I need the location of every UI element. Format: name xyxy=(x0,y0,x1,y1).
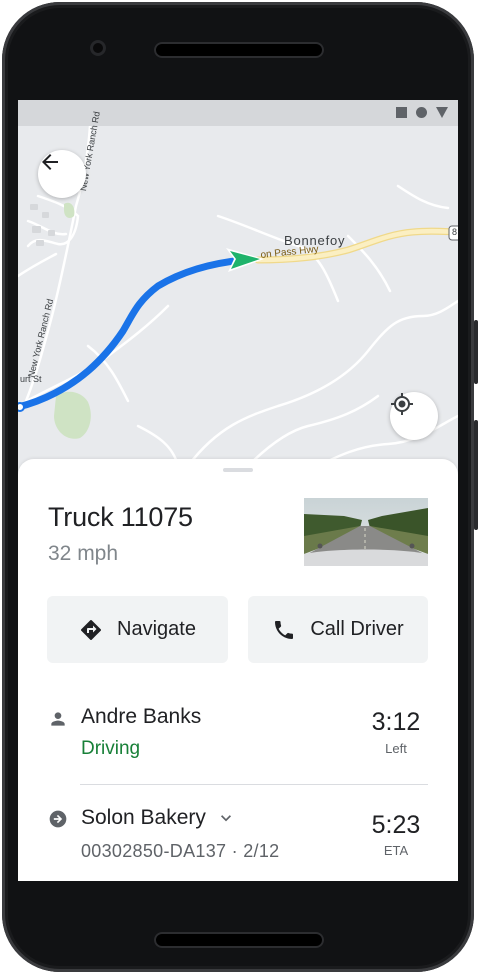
driver-name[interactable]: Andre Banks xyxy=(81,705,201,729)
destination-name: Solon Bakery xyxy=(81,806,206,829)
top-speaker xyxy=(154,42,324,58)
arrow-left-icon xyxy=(42,154,58,170)
person-icon xyxy=(51,712,65,726)
my-location-button[interactable] xyxy=(390,392,438,440)
navigate-button[interactable]: Navigate xyxy=(47,596,228,663)
call-driver-button[interactable]: Call Driver xyxy=(248,596,428,663)
triangle-icon xyxy=(436,107,448,118)
my-location-icon xyxy=(391,393,413,415)
divider xyxy=(80,784,428,785)
vehicle-name: Truck 11075 xyxy=(48,502,193,532)
volume-button xyxy=(474,320,478,384)
time-left-value: 3:12 xyxy=(371,708,421,736)
screen: New York Ranch Rd New York Ranch Rd urt … xyxy=(18,100,458,881)
directions-icon xyxy=(81,619,102,640)
order-id: 00302850-DA137 · 2/12 xyxy=(81,841,280,861)
eta-value: 5:23 xyxy=(371,811,421,839)
square-icon xyxy=(396,107,407,118)
route-badge: 8 xyxy=(452,227,458,237)
drag-handle[interactable] xyxy=(223,468,253,472)
dashcam-image xyxy=(304,498,428,566)
call-driver-label: Call Driver xyxy=(310,618,404,640)
back-button[interactable] xyxy=(38,150,86,198)
status-bar xyxy=(18,100,458,126)
circle-icon xyxy=(416,107,427,118)
time-left-label: Left xyxy=(385,741,407,756)
front-camera xyxy=(90,40,106,56)
driver-status: Driving xyxy=(81,738,141,759)
destination-dropdown[interactable]: Solon Bakery xyxy=(81,806,236,830)
bottom-speaker xyxy=(154,932,324,948)
eta-label: ETA xyxy=(383,843,409,858)
road-label: urt St xyxy=(20,374,42,384)
chevron-down-icon xyxy=(220,815,231,822)
dashcam-thumbnail[interactable] xyxy=(304,498,428,566)
map-view[interactable]: New York Ranch Rd New York Ranch Rd urt … xyxy=(18,111,458,466)
vehicle-details-sheet: Truck 11075 32 mph Navigate Call Driver … xyxy=(18,459,458,881)
vehicle-speed: 32 mph xyxy=(48,542,119,565)
phone-icon xyxy=(275,620,294,639)
power-button xyxy=(474,420,478,530)
arrow-circle-icon xyxy=(49,810,67,828)
navigate-label: Navigate xyxy=(117,618,196,640)
